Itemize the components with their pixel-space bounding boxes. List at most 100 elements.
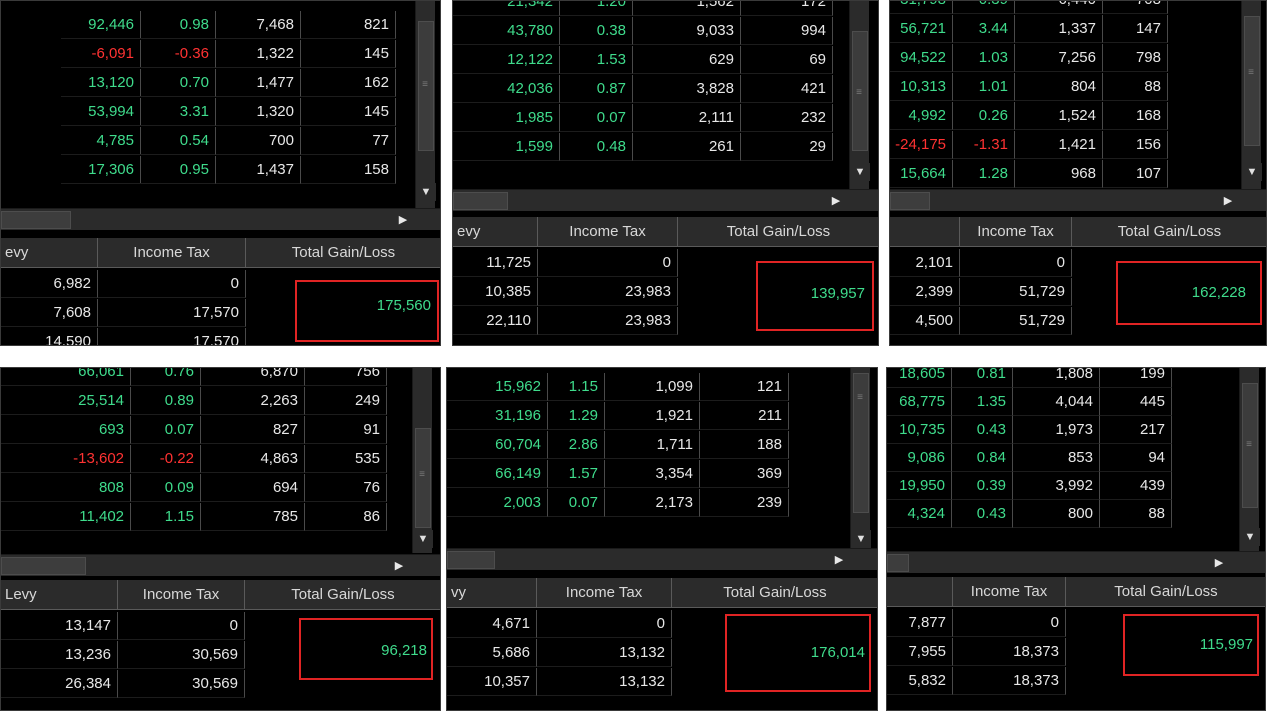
caret-right-icon[interactable]: ▶ — [826, 190, 846, 212]
trade-panel-1: 92,446 0.98 7,468 821 -6,091 -0.36 1,322 145 13,… — [0, 0, 441, 346]
column-header-levy_cut[interactable]: evy — [453, 217, 538, 247]
fee-cell: 29 — [741, 133, 833, 161]
column-header-income_tax[interactable]: Income Tax — [953, 577, 1066, 607]
levy-cell: 11,725 — [453, 249, 538, 277]
column-header-total[interactable]: Total Gain/Loss — [1072, 217, 1266, 247]
caret-down-icon[interactable]: ▼ — [413, 530, 433, 548]
column-header-levy[interactable]: Levy — [1, 580, 118, 610]
horizontal-scroll-thumb[interactable] — [1, 557, 86, 575]
pct-cell: 0.39 — [952, 472, 1013, 500]
vertical-scrollbar[interactable]: ≡ ▼ — [1241, 1, 1262, 211]
caret-right-icon[interactable]: ▶ — [1218, 190, 1238, 212]
pct-cell: 0.07 — [548, 489, 605, 517]
gain-cell: 66,149 — [447, 460, 548, 488]
column-header-total[interactable]: Total Gain/Loss — [1066, 577, 1265, 607]
horizontal-scroll-thumb[interactable] — [887, 554, 909, 572]
charge-cell: 7,468 — [216, 11, 301, 39]
charge-cell: 1,921 — [605, 402, 700, 430]
trade-panel-3: 31,7980.396,440708 56,7213.441,337147 94,5… — [889, 0, 1267, 346]
horizontal-scroll-thumb[interactable] — [447, 551, 495, 569]
horizontal-scrollbar[interactable]: ▶ — [1, 554, 440, 577]
column-header-levy_cut2[interactable]: vy — [447, 578, 537, 608]
horizontal-scrollbar[interactable]: ▶ — [453, 189, 878, 212]
caret-down-icon[interactable]: ▼ — [1242, 163, 1262, 181]
fee-cell: 211 — [700, 402, 789, 430]
gain-cell: 10,313 — [890, 73, 953, 101]
column-header-total[interactable]: Total Gain/Loss — [246, 238, 440, 268]
column-header-income_tax[interactable]: Income Tax — [960, 217, 1072, 247]
gain-cell: 10,735 — [887, 416, 952, 444]
pct-cell: 3.44 — [953, 15, 1015, 43]
pct-cell: 0.09 — [131, 474, 201, 502]
fee-cell: 172 — [741, 1, 833, 16]
column-header-total[interactable]: Total Gain/Loss — [678, 217, 878, 247]
horizontal-scrollbar[interactable]: ▶ — [447, 548, 877, 571]
fee-cell: 88 — [1100, 500, 1172, 528]
caret-right-icon[interactable]: ▶ — [829, 549, 849, 571]
charge-cell: 1,421 — [1015, 131, 1103, 159]
income-tax-cell: 18,373 — [953, 638, 1066, 666]
column-header-total[interactable]: Total Gain/Loss — [672, 578, 877, 608]
levy-cell: 5,686 — [447, 639, 537, 667]
pct-cell: 0.43 — [952, 500, 1013, 528]
column-header-levy[interactable] — [887, 577, 953, 607]
trade-panel-5: 15,962 1.15 1,099 121 31,196 1.29 1,921 211 60,7… — [446, 367, 878, 711]
vertical-scrollbar[interactable]: ≡ ▼ — [415, 1, 436, 211]
vertical-scrollbar[interactable]: ≡ ▼ — [1239, 368, 1260, 553]
vertical-scrollbar[interactable]: ≡ ▼ — [850, 368, 871, 553]
pct-cell: 1.15 — [548, 373, 605, 401]
caret-right-icon[interactable]: ▶ — [393, 209, 413, 231]
charge-cell: 785 — [201, 503, 305, 531]
charge-cell: 804 — [1015, 73, 1103, 101]
gain-cell: 31,798 — [890, 1, 953, 14]
horizontal-scroll-thumb[interactable] — [890, 192, 930, 210]
caret-down-icon[interactable]: ▼ — [416, 183, 436, 201]
caret-right-icon[interactable]: ▶ — [1209, 552, 1229, 574]
pct-cell: 0.38 — [560, 17, 633, 45]
vertical-scrollbar[interactable]: ≡ ▼ — [849, 1, 870, 211]
caret-right-icon[interactable]: ▶ — [389, 555, 409, 577]
grip-lines-icon: ≡ — [1248, 67, 1254, 78]
vertical-scroll-thumb[interactable] — [1244, 16, 1260, 146]
charge-cell: 1,322 — [216, 40, 301, 68]
charge-cell: 1,337 — [1015, 15, 1103, 43]
gain-cell: 4,324 — [887, 500, 952, 528]
pct-cell: -0.22 — [131, 445, 201, 473]
pct-cell: 1.03 — [953, 44, 1015, 72]
income-tax-cell: 23,983 — [538, 307, 678, 335]
column-header-levy[interactable] — [890, 217, 960, 247]
fee-cell: 94 — [1100, 444, 1172, 472]
gain-cell: 1,985 — [453, 104, 560, 132]
pct-cell: 1.15 — [131, 503, 201, 531]
column-header-income_tax[interactable]: Income Tax — [537, 578, 672, 608]
horizontal-scrollbar[interactable]: ▶ — [890, 189, 1266, 212]
levy-cell: 22,110 — [453, 307, 538, 335]
caret-down-icon[interactable]: ▼ — [850, 163, 870, 181]
horizontal-scroll-thumb[interactable] — [1, 211, 71, 229]
fee-cell: 445 — [1100, 388, 1172, 416]
trade-panel-6: 18,605 0.81 1,808 199 68,775 1.35 4,044 445 10,7… — [886, 367, 1266, 711]
horizontal-scrollbar[interactable]: ▶ — [887, 551, 1265, 574]
pct-cell: 1.28 — [953, 160, 1015, 188]
highlight-box — [725, 614, 871, 692]
column-header-income_tax[interactable]: Income Tax — [98, 238, 246, 268]
column-header-income_tax[interactable]: Income Tax — [118, 580, 245, 610]
levy-cell: 10,385 — [453, 278, 538, 306]
caret-down-icon[interactable]: ▼ — [851, 530, 871, 548]
column-header-income_tax[interactable]: Income Tax — [538, 217, 678, 247]
horizontal-scrollbar[interactable]: ▶ — [1, 208, 440, 231]
caret-down-icon[interactable]: ▼ — [1240, 528, 1260, 546]
income-tax-cell: 23,983 — [538, 278, 678, 306]
fee-cell: 168 — [1103, 102, 1168, 130]
grip-lines-icon: ≡ — [856, 87, 862, 98]
horizontal-scroll-thumb[interactable] — [453, 192, 508, 210]
pct-cell: 0.43 — [952, 416, 1013, 444]
column-header-levy_cut[interactable]: evy — [1, 238, 98, 268]
column-header-total[interactable]: Total Gain/Loss — [245, 580, 440, 610]
gain-cell: 9,086 — [887, 444, 952, 472]
vertical-scrollbar[interactable]: ≡ ▼ — [412, 368, 433, 553]
levy-cell: 7,608 — [1, 299, 98, 327]
charge-cell: 2,111 — [633, 104, 741, 132]
levy-cell: 5,832 — [887, 667, 953, 695]
fee-cell: 249 — [305, 387, 387, 415]
